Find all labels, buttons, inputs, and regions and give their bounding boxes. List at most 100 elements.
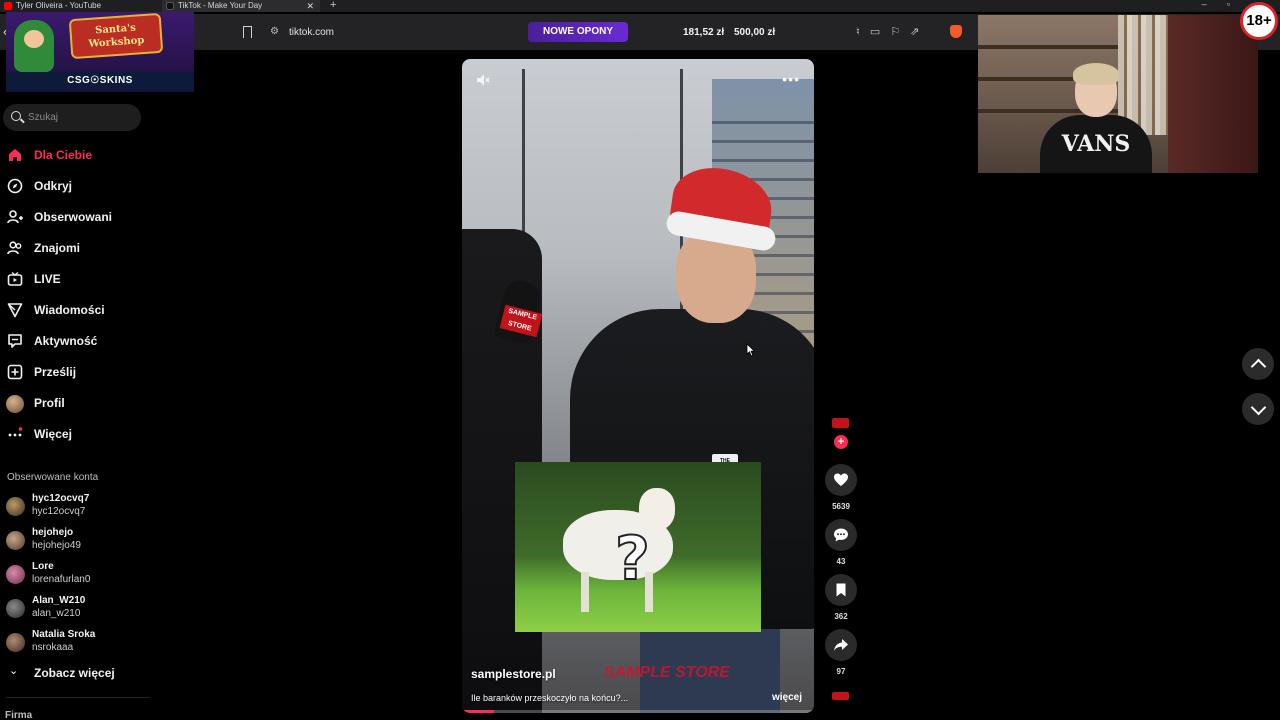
see-more-label: Zobacz więcej bbox=[34, 666, 115, 680]
creator-avatar[interactable] bbox=[832, 418, 849, 428]
account-username: nsrokaaa bbox=[32, 642, 74, 653]
sidebar-item-wiecej[interactable]: Więcej bbox=[0, 420, 150, 451]
avatar bbox=[6, 497, 25, 516]
sidebar-item-live[interactable]: LIVE bbox=[0, 265, 150, 296]
like-button[interactable] bbox=[825, 464, 857, 496]
browser-tab-youtube[interactable]: Tyler Oliveira - YouTube bbox=[0, 0, 158, 12]
following-list: hyc12ocvq7 hyc12ocvq7 hejohejo hejohejo4… bbox=[0, 490, 150, 660]
see-more-button[interactable]: ⌄ Zobacz więcej bbox=[0, 662, 150, 684]
next-video-button[interactable] bbox=[1242, 393, 1274, 425]
browser-tab-tiktok[interactable]: TikTok - Make Your Day ✕ bbox=[162, 0, 320, 12]
footer-section-title: Firma bbox=[5, 710, 33, 720]
sidebar-item-znajomi[interactable]: Znajomi bbox=[0, 234, 150, 265]
sidebar-item-dla-ciebie[interactable]: Dla Ciebie bbox=[0, 141, 150, 172]
chevron-down-icon: ⌄ bbox=[9, 665, 19, 677]
following-account[interactable]: Natalia Sroka nsrokaaa bbox=[0, 626, 150, 660]
question-mark: ? bbox=[614, 523, 651, 595]
video-description: Ile baranków przeskoczyło na końcu?... bbox=[471, 693, 629, 703]
streamer-hair bbox=[1073, 63, 1119, 85]
video-watermark: SAMPLE STORE bbox=[604, 664, 730, 681]
sidebar-nav: Dla Ciebie Odkryj Obserwowani Znajomi LI… bbox=[0, 141, 150, 451]
sidebar-item-profil[interactable]: Profil bbox=[0, 389, 150, 420]
avatar bbox=[6, 531, 25, 550]
promo-label: CSG☉SKINS bbox=[6, 72, 194, 90]
account-name: Lore bbox=[32, 561, 54, 572]
account-name: hyc12ocvq7 bbox=[32, 493, 90, 504]
following-account[interactable]: Lore lorenafurlan0 bbox=[0, 558, 150, 592]
url-field[interactable]: tiktok.com bbox=[289, 27, 334, 38]
streamer: VANS bbox=[1040, 63, 1152, 173]
account-username: lorenafurlan0 bbox=[32, 574, 91, 585]
account-name: hejohejo bbox=[32, 527, 74, 538]
account-username: hejohejo49 bbox=[32, 540, 81, 551]
profile-avatar bbox=[6, 395, 24, 413]
divider bbox=[6, 697, 150, 698]
site-settings-icon[interactable]: ⚙ bbox=[270, 26, 279, 37]
sidebar-item-label: Więcej bbox=[34, 427, 72, 441]
save-button[interactable] bbox=[825, 574, 857, 606]
live-icon bbox=[7, 271, 23, 287]
ad-banner[interactable]: NOWE OPONY bbox=[528, 22, 628, 42]
price-label: 181,52 zł bbox=[683, 27, 725, 38]
sidebar-item-wiadomosci[interactable]: Wiadomości bbox=[0, 296, 150, 327]
activity-icon bbox=[7, 333, 23, 349]
sidebar-item-label: Prześlij bbox=[34, 365, 77, 379]
following-account[interactable]: Alan_W210 alan_w210 bbox=[0, 592, 150, 626]
sidebar-item-label: Znajomi bbox=[34, 241, 81, 255]
sidebar-item-label: Aktywność bbox=[34, 334, 98, 348]
sidebar-item-label: LIVE bbox=[34, 272, 61, 286]
comment-icon bbox=[834, 528, 848, 542]
video-player[interactable]: THE NORTH FACE SAMPLE STORE ? ••• SAMPLE… bbox=[462, 59, 814, 713]
more-options-icon[interactable]: ••• bbox=[782, 71, 800, 87]
video-author[interactable]: samplestore.pl bbox=[471, 667, 556, 681]
previous-video-button[interactable] bbox=[1242, 348, 1274, 380]
sidebar-item-obserwowani[interactable]: Obserwowani bbox=[0, 203, 150, 234]
close-tab-icon[interactable]: ✕ bbox=[306, 0, 314, 12]
age-rating-badge: 18+ bbox=[1240, 2, 1278, 40]
music-disc-icon[interactable] bbox=[832, 692, 849, 700]
heart-icon bbox=[834, 473, 848, 486]
avatar bbox=[6, 565, 25, 584]
search-box[interactable] bbox=[3, 104, 141, 131]
send-icon bbox=[7, 302, 23, 318]
video-progress-bar[interactable] bbox=[462, 710, 814, 713]
account-username: hyc12ocvq7 bbox=[32, 506, 86, 517]
shelf bbox=[978, 45, 1118, 49]
sidebar-item-aktywnosc[interactable]: Aktywność bbox=[0, 327, 150, 358]
following-account[interactable]: hejohejo hejohejo49 bbox=[0, 524, 150, 558]
new-tab-icon[interactable]: + bbox=[330, 0, 336, 11]
following-account[interactable]: hyc12ocvq7 hyc12ocvq7 bbox=[0, 490, 150, 524]
bookmark-icon[interactable] bbox=[243, 26, 252, 38]
account-name: Alan_W210 bbox=[32, 595, 86, 606]
sidebar-item-label: Wiadomości bbox=[34, 303, 105, 317]
video-progress-fill bbox=[462, 710, 494, 713]
avatar bbox=[6, 633, 25, 652]
youtube-favicon-icon bbox=[4, 2, 12, 10]
following-section-title: Obserwowane konta bbox=[7, 472, 99, 483]
user-follow-icon bbox=[7, 209, 23, 225]
brave-shield-icon[interactable] bbox=[950, 25, 962, 38]
tiktok-favicon-icon bbox=[166, 2, 174, 10]
webcam-overlay: VANS bbox=[978, 15, 1258, 173]
sidebar-item-label: Obserwowani bbox=[34, 210, 113, 224]
browser-toolbar-icons[interactable]: ♮▭⚐⇗ bbox=[856, 25, 929, 38]
sidebar-item-label: Dla Ciebie bbox=[34, 148, 93, 162]
sheep-image: ? bbox=[515, 462, 761, 632]
follow-button[interactable]: + bbox=[834, 435, 848, 449]
home-icon bbox=[7, 147, 23, 163]
comment-button[interactable] bbox=[825, 519, 857, 551]
promo-overlay: Santa's Workshop CSG☉SKINS bbox=[6, 12, 194, 92]
upload-icon bbox=[7, 364, 23, 380]
sidebar-item-przeslij[interactable]: Prześlij bbox=[0, 358, 150, 389]
share-button[interactable] bbox=[825, 629, 857, 661]
sidebar-item-odkryj[interactable]: Odkryj bbox=[0, 172, 150, 203]
share-icon bbox=[834, 639, 848, 651]
price-label: 500,00 zł bbox=[734, 27, 776, 38]
curtain bbox=[1168, 15, 1258, 173]
search-input[interactable] bbox=[28, 110, 133, 125]
description-more-button[interactable]: więcej bbox=[772, 692, 802, 703]
mute-icon[interactable] bbox=[476, 73, 490, 87]
comment-count: 43 bbox=[836, 557, 846, 566]
search-icon bbox=[11, 111, 21, 121]
window-controls[interactable]: –▫ bbox=[1202, 0, 1250, 9]
